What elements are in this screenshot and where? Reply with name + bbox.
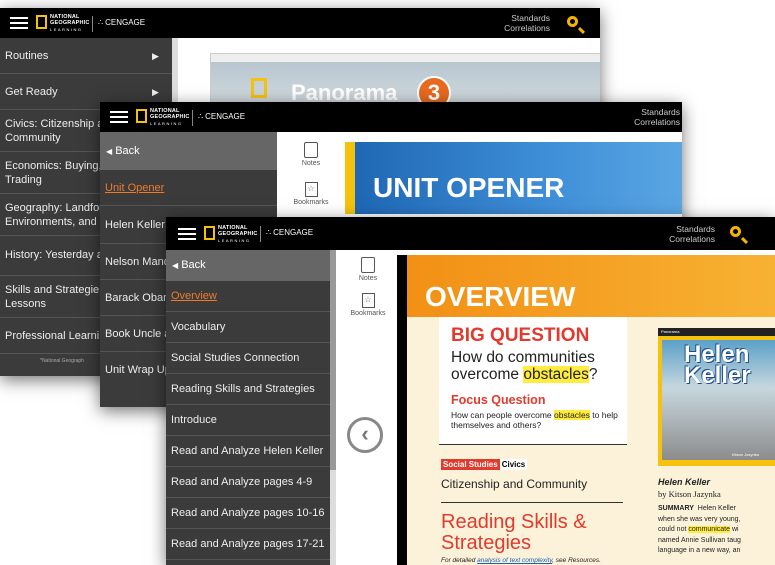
page: OVERVIEW BIG QUESTION How do communities… (397, 255, 775, 565)
notes-button[interactable]: Notes (296, 142, 326, 167)
window-front: NATIONALGEOGRAPHIC LEARNING CENGAGE Stan… (166, 217, 775, 565)
brand-sub: LEARNING (150, 121, 183, 126)
notes-icon (361, 257, 375, 273)
page-content: OVERVIEW BIG QUESTION How do communities… (407, 255, 775, 565)
top-bar: NATIONALGEOGRAPHIC LEARNING CENGAGE Stan… (0, 8, 600, 38)
standards-correlations-link[interactable]: Standards Correlations (504, 13, 550, 33)
scrollbar-thumb[interactable] (330, 250, 336, 470)
brand-name: NATIONAL GEOGRAPHIC (50, 14, 90, 26)
book-summary: SUMMARY Helen Keller when she was very y… (658, 505, 741, 554)
natgeo-logo-icon (36, 15, 47, 29)
bookmark-icon: ☆ (304, 182, 318, 197)
sidebar-item-pages-10-16[interactable]: Read and Analyze pages 10-16 (166, 498, 330, 529)
bookmark-icon: ☆ (361, 293, 375, 308)
focus-question-text: How can people overcome obstacles to hel… (451, 410, 618, 430)
book-title: Helen Keller (658, 477, 711, 487)
sidebar-item-overview[interactable]: Overview (166, 281, 330, 312)
brand-name: NATIONAL GEOGRAPHIC (218, 225, 258, 237)
book-author: by Kitson Jazynka (658, 489, 721, 499)
sidebar-item-routines[interactable]: Routines ▶ (0, 38, 172, 74)
sidebar-item-unit-opener[interactable]: Unit Opener (100, 170, 277, 206)
book-series: Panorama (658, 328, 775, 336)
menu-icon[interactable] (10, 17, 28, 29)
search-icon[interactable] (730, 226, 741, 237)
natgeo-logo-icon (251, 78, 267, 98)
unit-opener-banner: UNIT OPENER (345, 142, 682, 214)
sidebar-item-vocabulary[interactable]: Vocabulary (166, 312, 330, 343)
sidebar: ◀ Back Overview Vocabulary Social Studie… (166, 250, 330, 565)
chevron-left-icon: ‹ (361, 421, 369, 446)
reading-skills-note: For detailed analysis of text complexity… (441, 557, 601, 564)
back-button[interactable]: ◀ Back (166, 250, 330, 281)
page-title: UNIT OPENER (373, 172, 565, 203)
menu-icon[interactable] (178, 228, 196, 240)
big-question-label: BIG QUESTION (451, 325, 590, 346)
sidebar-item-introduce[interactable]: Introduce (166, 405, 330, 436)
bookmarks-button[interactable]: ☆ Bookmarks (288, 182, 334, 206)
book-cover: Panorama Helen Keller Kitson Jazynka (658, 328, 775, 466)
page-title: OVERVIEW (425, 281, 576, 312)
menu-icon[interactable] (110, 111, 128, 123)
back-button[interactable]: ◀ Back (100, 132, 277, 170)
sidebar-item-pages-17-21[interactable]: Read and Analyze pages 17-21 (166, 529, 330, 560)
book-cover-title: Helen Keller (684, 341, 751, 389)
social-studies-text: Citizenship and Community (441, 477, 588, 491)
sidebar-item-pages-4-9[interactable]: Read and Analyze pages 4-9 (166, 467, 330, 498)
standards-correlations-link[interactable]: Standards Correlations (634, 107, 680, 127)
reading-skills-title: Reading Skills & Strategies (441, 511, 587, 554)
cengage-logo: CENGAGE (198, 112, 245, 121)
scrollbar[interactable] (330, 250, 336, 565)
social-studies-tag: Social Studies Civics (441, 459, 528, 470)
sidebar-item-read-helen-keller[interactable]: Read and Analyze Helen Keller (166, 436, 330, 467)
previous-page-button[interactable]: ‹ (347, 417, 383, 453)
focus-question-label: Focus Question (451, 393, 546, 407)
brand-name: NATIONAL GEOGRAPHIC (150, 108, 190, 120)
sidebar-item-social-studies[interactable]: Social Studies Connection (166, 343, 330, 374)
bookmarks-button[interactable]: ☆ Bookmarks (345, 293, 391, 317)
brand-sub: LEARNING (218, 238, 251, 243)
chevron-left-icon: ◀ (172, 261, 179, 270)
divider (92, 16, 93, 32)
big-question-card: BIG QUESTION How do communities overcome… (439, 317, 627, 445)
notes-button[interactable]: Notes (353, 257, 383, 282)
natgeo-logo-icon (136, 109, 147, 123)
chevron-left-icon: ◀ (106, 147, 113, 156)
brand-sub: LEARNING (50, 27, 83, 32)
sidebar-item-reading-skills[interactable]: Reading Skills and Strategies (166, 374, 330, 405)
search-icon[interactable] (567, 16, 578, 27)
divider (260, 226, 261, 242)
divider (441, 502, 623, 503)
natgeo-logo-icon (204, 226, 215, 240)
top-bar: NATIONALGEOGRAPHIC LEARNING CENGAGE Stan… (166, 217, 775, 250)
cengage-logo: CENGAGE (266, 228, 313, 237)
top-bar: NATIONALGEOGRAPHIC LEARNING CENGAGE Stan… (100, 102, 682, 132)
standards-correlations-link[interactable]: Standards Correlations (669, 224, 715, 244)
overview-banner: OVERVIEW (407, 255, 775, 317)
cengage-logo: CENGAGE (98, 18, 145, 27)
big-question-text: How do communities overcome obstacles? (451, 349, 598, 383)
divider (192, 110, 193, 126)
book-cover-author: Kitson Jazynka (732, 452, 759, 457)
notes-icon (304, 142, 318, 158)
